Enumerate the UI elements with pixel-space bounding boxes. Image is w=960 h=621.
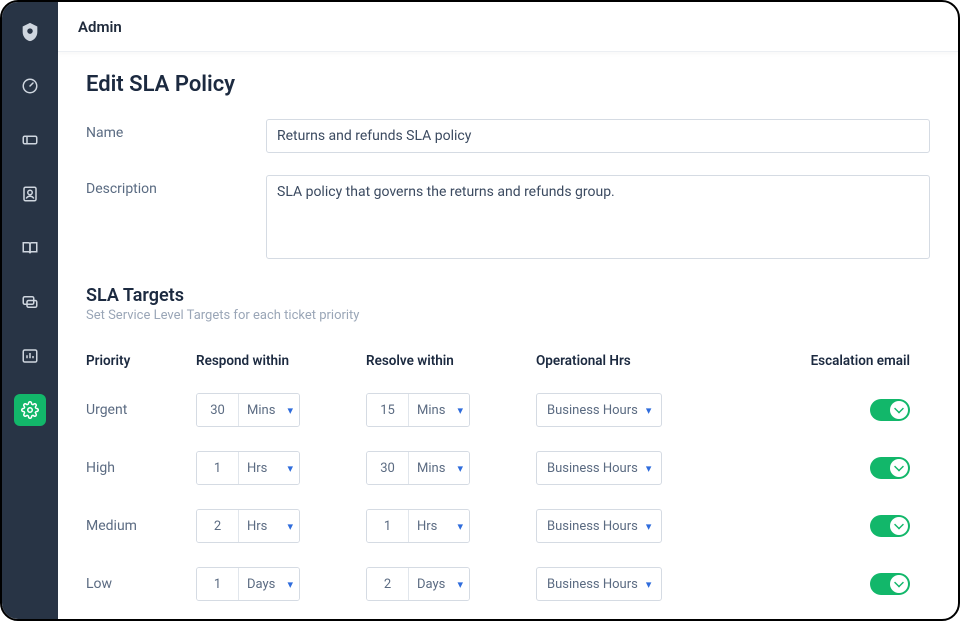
top-bar: Admin	[58, 2, 958, 52]
resolve-unit[interactable]: Days▾	[409, 568, 469, 600]
resolve-value[interactable]: 15	[367, 394, 409, 426]
nav-contacts[interactable]	[14, 178, 46, 210]
escalation-toggle-urgent[interactable]	[870, 399, 910, 421]
resolve-medium[interactable]: 1 Hrs▾	[366, 509, 470, 543]
nav-reports[interactable]	[14, 340, 46, 372]
respond-high[interactable]: 1 Hrs▾	[196, 451, 300, 485]
nav-admin[interactable]	[14, 394, 46, 426]
escalation-toggle-high[interactable]	[870, 457, 910, 479]
name-row: Name	[86, 119, 930, 153]
chevron-down-icon: ▾	[287, 579, 293, 590]
chevron-down-icon: ▾	[287, 521, 293, 532]
chevron-down-icon: ▾	[646, 579, 652, 590]
nav-tickets[interactable]	[14, 124, 46, 156]
priority-high: High	[86, 460, 196, 476]
description-input[interactable]: SLA policy that governs the returns and …	[266, 175, 930, 259]
resolve-value[interactable]: 1	[367, 510, 409, 542]
col-escalation: Escalation email	[746, 353, 930, 369]
sla-grid: Priority Respond within Resolve within O…	[86, 353, 930, 601]
respond-unit[interactable]: Hrs▾	[239, 452, 299, 484]
respond-unit[interactable]: Hrs▾	[239, 510, 299, 542]
resolve-value[interactable]: 30	[367, 452, 409, 484]
respond-value[interactable]: 1	[197, 452, 239, 484]
col-priority: Priority	[86, 353, 196, 369]
col-respond: Respond within	[196, 353, 366, 369]
chevron-down-icon: ▾	[287, 463, 293, 474]
ophrs-medium[interactable]: Business Hours▾	[536, 509, 662, 543]
chevron-down-icon: ▾	[646, 405, 652, 416]
main-area: Admin Edit SLA Policy Name Description S…	[58, 2, 958, 619]
respond-medium[interactable]: 2 Hrs▾	[196, 509, 300, 543]
respond-value[interactable]: 2	[197, 510, 239, 542]
chevron-down-icon: ▾	[457, 579, 463, 590]
user-icon	[21, 185, 39, 203]
ophrs-low[interactable]: Business Hours▾	[536, 567, 662, 601]
page-title: Edit SLA Policy	[86, 72, 930, 97]
priority-medium: Medium	[86, 518, 196, 534]
nav-chat[interactable]	[14, 286, 46, 318]
respond-value[interactable]: 1	[197, 568, 239, 600]
respond-urgent[interactable]: 30 Mins▾	[196, 393, 300, 427]
ticket-icon	[21, 131, 39, 149]
chevron-down-icon: ▾	[646, 521, 652, 532]
resolve-unit[interactable]: Mins▾	[409, 394, 469, 426]
escalation-toggle-medium[interactable]	[870, 515, 910, 537]
col-resolve: Resolve within	[366, 353, 536, 369]
escalation-toggle-low[interactable]	[870, 573, 910, 595]
gear-icon	[21, 401, 39, 419]
ophrs-high[interactable]: Business Hours▾	[536, 451, 662, 485]
nav-logo[interactable]	[14, 16, 46, 48]
respond-low[interactable]: 1 Days▾	[196, 567, 300, 601]
chart-icon	[21, 347, 39, 365]
respond-value[interactable]: 30	[197, 394, 239, 426]
sla-targets-title: SLA Targets	[86, 285, 930, 306]
respond-unit[interactable]: Mins▾	[239, 394, 299, 426]
sla-targets-subtitle: Set Service Level Targets for each ticke…	[86, 308, 930, 323]
chevron-down-icon: ▾	[646, 463, 652, 474]
nav-solutions[interactable]	[14, 232, 46, 264]
description-label: Description	[86, 175, 266, 263]
logo-icon	[19, 21, 41, 43]
gauge-icon	[21, 77, 39, 95]
resolve-unit[interactable]: Mins▾	[409, 452, 469, 484]
priority-low: Low	[86, 576, 196, 592]
nav-dashboard[interactable]	[14, 70, 46, 102]
resolve-low[interactable]: 2 Days▾	[366, 567, 470, 601]
chevron-down-icon: ▾	[457, 405, 463, 416]
resolve-unit[interactable]: Hrs▾	[409, 510, 469, 542]
name-label: Name	[86, 119, 266, 153]
sidebar	[2, 2, 58, 619]
resolve-high[interactable]: 30 Mins▾	[366, 451, 470, 485]
chevron-down-icon: ▾	[457, 463, 463, 474]
chevron-down-icon: ▾	[457, 521, 463, 532]
respond-unit[interactable]: Days▾	[239, 568, 299, 600]
ophrs-urgent[interactable]: Business Hours▾	[536, 393, 662, 427]
chevron-down-icon: ▾	[287, 405, 293, 416]
chat-icon	[21, 293, 39, 311]
resolve-value[interactable]: 2	[367, 568, 409, 600]
resolve-urgent[interactable]: 15 Mins▾	[366, 393, 470, 427]
priority-urgent: Urgent	[86, 402, 196, 418]
name-input[interactable]	[266, 119, 930, 153]
content: Edit SLA Policy Name Description SLA pol…	[58, 52, 958, 601]
description-row: Description SLA policy that governs the …	[86, 175, 930, 263]
col-operational: Operational Hrs	[536, 353, 746, 369]
book-icon	[21, 239, 39, 257]
breadcrumb: Admin	[78, 18, 122, 36]
